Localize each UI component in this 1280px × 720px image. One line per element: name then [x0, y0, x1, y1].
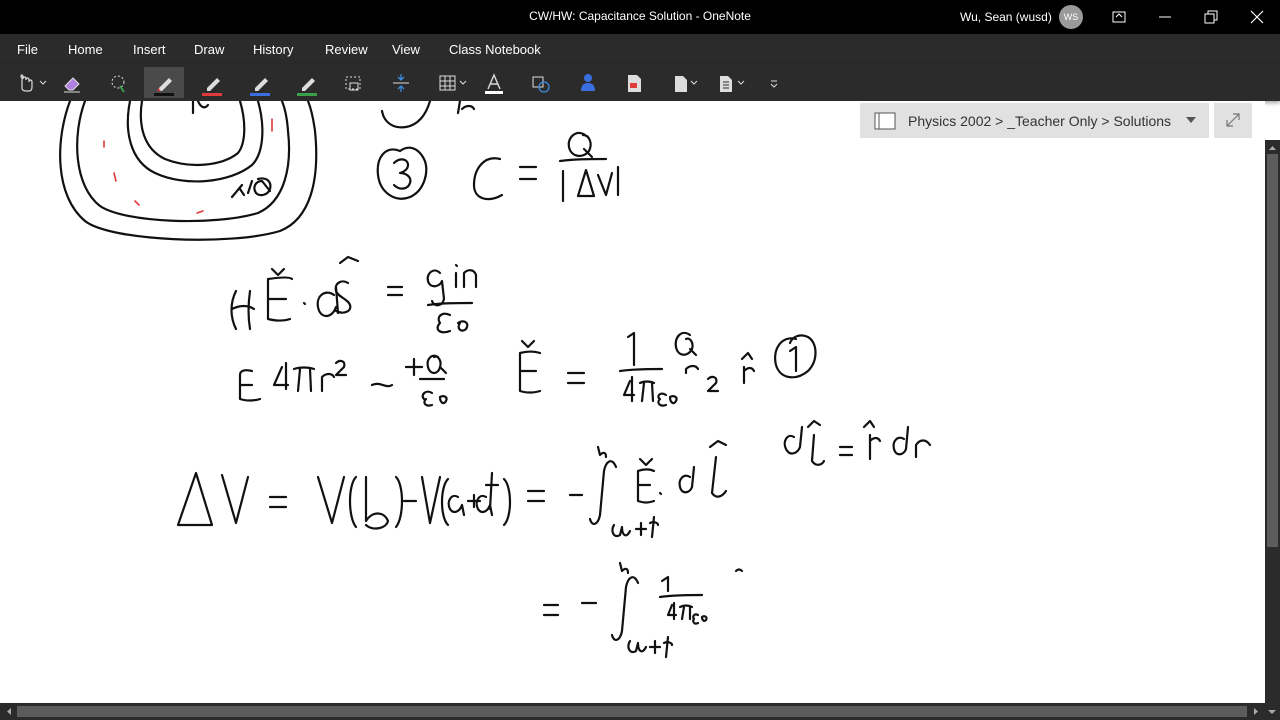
- breadcrumb[interactable]: Physics 2002 > _Teacher Only > Solutions: [908, 113, 1171, 129]
- table-button[interactable]: [430, 67, 470, 98]
- menu-bar: File Home Insert Draw History Review Vie…: [0, 34, 1280, 64]
- table-icon: [439, 75, 467, 91]
- scroll-right-icon[interactable]: [1250, 706, 1262, 717]
- minimize-icon: [1159, 16, 1171, 18]
- full-page-view-button[interactable]: [1214, 103, 1252, 138]
- add-space-button[interactable]: [381, 67, 421, 98]
- restore-icon: [1204, 10, 1218, 24]
- menu-history[interactable]: History: [253, 42, 293, 57]
- draw-toolbar: [0, 64, 1280, 101]
- scroll-up-icon[interactable]: [1265, 142, 1280, 154]
- insert-page-button[interactable]: [663, 67, 703, 98]
- restore-button[interactable]: [1188, 0, 1234, 34]
- font-color-icon: [485, 73, 503, 94]
- insert-page-icon: [675, 76, 698, 92]
- person-button[interactable]: [568, 67, 608, 98]
- pen-blue-icon: [250, 78, 270, 96]
- pen-green-icon: [297, 78, 317, 96]
- menu-home[interactable]: Home: [68, 42, 103, 57]
- ribbon-display-button[interactable]: [1096, 0, 1142, 34]
- notebook-navigation[interactable]: Physics 2002 > _Teacher Only > Solutions: [860, 103, 1209, 138]
- close-button[interactable]: [1234, 0, 1280, 34]
- vertical-scroll-thumb[interactable]: [1267, 154, 1278, 547]
- menu-file[interactable]: File: [17, 42, 38, 57]
- customize-toolbar-icon: [770, 80, 778, 88]
- close-icon: [1250, 10, 1264, 24]
- menu-insert[interactable]: Insert: [133, 42, 166, 57]
- touch-select-icon: [20, 74, 47, 92]
- menu-class-notebook[interactable]: Class Notebook: [449, 42, 541, 57]
- menu-review[interactable]: Review: [325, 42, 368, 57]
- horizontal-scroll-thumb[interactable]: [17, 706, 1247, 717]
- page-icon: [628, 75, 641, 92]
- font-color-button[interactable]: [474, 67, 514, 98]
- page-template-button[interactable]: [708, 67, 748, 98]
- touch-select-button[interactable]: [8, 67, 48, 98]
- shapes-button[interactable]: [521, 67, 561, 98]
- pen-black-icon: [154, 78, 174, 96]
- expand-icon: [1226, 113, 1240, 127]
- pen-red-icon: [202, 78, 222, 96]
- chevron-down-icon[interactable]: [1186, 117, 1196, 125]
- add-space-icon: [393, 74, 409, 92]
- notebook-icon: [874, 112, 896, 130]
- lasso-select-button[interactable]: [98, 67, 138, 98]
- concentric-sphere-drawing: [59, 101, 318, 241]
- menu-draw[interactable]: Draw: [194, 42, 224, 57]
- vertical-scrollbar[interactable]: [1265, 140, 1280, 703]
- page-button[interactable]: [614, 67, 654, 98]
- customize-toolbar-button[interactable]: [754, 67, 794, 98]
- eraser-icon: [64, 77, 80, 93]
- ribbon-display-icon: [1112, 11, 1126, 23]
- page-template-icon: [720, 76, 745, 92]
- pen-black-button[interactable]: [144, 67, 184, 98]
- title-bar: CW/HW: Capacitance Solution - OneNote Wu…: [0, 0, 1280, 34]
- pen-green-button[interactable]: [287, 67, 327, 98]
- window-title: CW/HW: Capacitance Solution - OneNote: [529, 9, 751, 23]
- pen-red-button[interactable]: [192, 67, 232, 98]
- shapes-icon: [532, 76, 550, 93]
- handwritten-ink: [59, 101, 932, 659]
- minimize-button[interactable]: [1142, 0, 1188, 34]
- person-icon: [581, 74, 595, 91]
- menu-view[interactable]: View: [392, 42, 420, 57]
- lasso-select-icon: [111, 75, 125, 93]
- scroll-down-icon[interactable]: [1266, 706, 1278, 717]
- user-name[interactable]: Wu, Sean (wusd): [960, 10, 1052, 24]
- screen-clip-icon: [345, 76, 361, 91]
- screen-clip-button[interactable]: [333, 67, 373, 98]
- handwritten-equations: [176, 101, 932, 659]
- avatar[interactable]: WS: [1059, 5, 1083, 29]
- horizontal-scrollbar[interactable]: [0, 703, 1280, 720]
- eraser-button[interactable]: [52, 67, 92, 98]
- scroll-left-icon[interactable]: [3, 706, 15, 717]
- page-canvas[interactable]: [0, 101, 1265, 703]
- pen-blue-button[interactable]: [240, 67, 280, 98]
